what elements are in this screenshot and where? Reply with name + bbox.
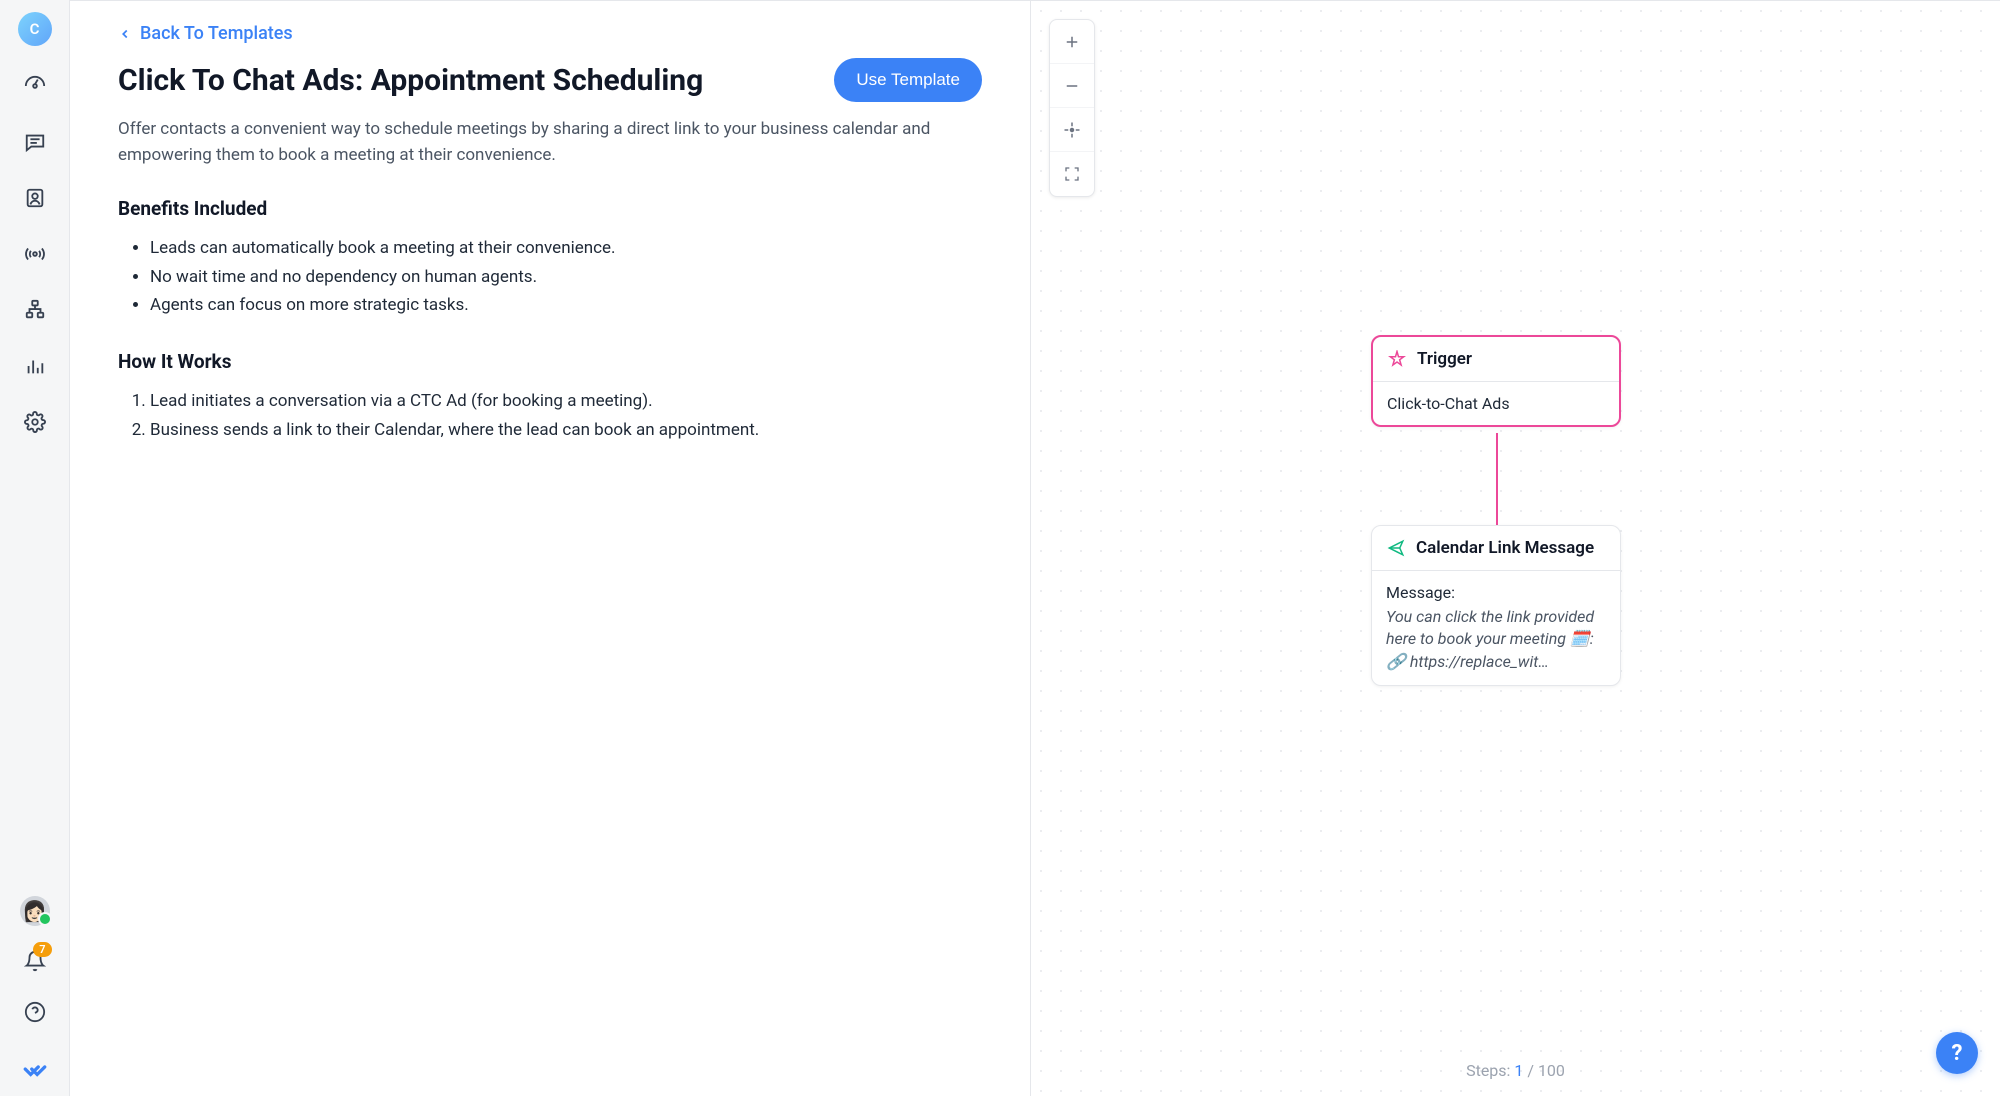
trigger-icon [1387, 349, 1407, 369]
trigger-body: Click-to-Chat Ads [1373, 382, 1619, 425]
back-link-label: Back To Templates [140, 23, 293, 44]
how-it-works-list: Lead initiates a conversation via a CTC … [118, 387, 982, 445]
action-node[interactable]: Calendar Link Message Message: You can c… [1371, 525, 1621, 686]
dashboard-icon[interactable] [19, 70, 51, 102]
notifications-button[interactable]: 7 [24, 950, 46, 972]
template-details-panel: Back To Templates Click To Chat Ads: App… [70, 1, 1030, 1096]
notification-badge: 7 [33, 942, 51, 957]
trigger-node[interactable]: Trigger Click-to-Chat Ads [1371, 335, 1621, 427]
benefits-list: Leads can automatically book a meeting a… [118, 234, 982, 321]
main-content: Back To Templates Click To Chat Ads: App… [70, 0, 2000, 1096]
zoom-controls [1049, 19, 1095, 197]
steps-counter: Steps: 1 / 100 [1466, 1061, 1565, 1080]
brand-logo-icon[interactable] [19, 1052, 51, 1084]
send-icon [1386, 538, 1406, 558]
template-description: Offer contacts a convenient way to sched… [118, 116, 938, 169]
workspace-avatar[interactable]: C [18, 12, 52, 46]
list-item: Lead initiates a conversation via a CTC … [150, 387, 982, 416]
sidebar: C 👩🏻 7 [0, 0, 70, 1096]
center-button[interactable] [1050, 108, 1094, 152]
trigger-title: Trigger [1417, 349, 1472, 369]
message-preview: You can click the link provided here to … [1386, 606, 1606, 673]
use-template-button[interactable]: Use Template [834, 58, 982, 102]
help-fab-button[interactable]: ? [1936, 1032, 1978, 1074]
action-title: Calendar Link Message [1416, 538, 1594, 558]
message-label: Message: [1386, 583, 1606, 602]
node-connector [1496, 433, 1498, 525]
list-item: No wait time and no dependency on human … [150, 263, 982, 292]
contacts-icon[interactable] [19, 182, 51, 214]
zoom-in-button[interactable] [1050, 20, 1094, 64]
list-item: Business sends a link to their Calendar,… [150, 416, 982, 445]
back-to-templates-link[interactable]: Back To Templates [118, 23, 982, 44]
zoom-out-button[interactable] [1050, 64, 1094, 108]
chevron-left-icon [118, 27, 132, 41]
settings-icon[interactable] [19, 406, 51, 438]
broadcast-icon[interactable] [19, 238, 51, 270]
benefits-heading: Benefits Included [118, 197, 982, 220]
fullscreen-button[interactable] [1050, 152, 1094, 196]
user-avatar[interactable]: 👩🏻 [20, 896, 50, 926]
workflow-canvas[interactable]: Trigger Click-to-Chat Ads Calendar Link … [1030, 1, 2000, 1096]
list-item: Leads can automatically book a meeting a… [150, 234, 982, 263]
reports-icon[interactable] [19, 350, 51, 382]
messages-icon[interactable] [19, 126, 51, 158]
list-item: Agents can focus on more strategic tasks… [150, 291, 982, 320]
page-title: Click To Chat Ads: Appointment Schedulin… [118, 63, 703, 98]
how-it-works-heading: How It Works [118, 350, 982, 373]
workflow-icon[interactable] [19, 294, 51, 326]
help-icon[interactable] [19, 996, 51, 1028]
